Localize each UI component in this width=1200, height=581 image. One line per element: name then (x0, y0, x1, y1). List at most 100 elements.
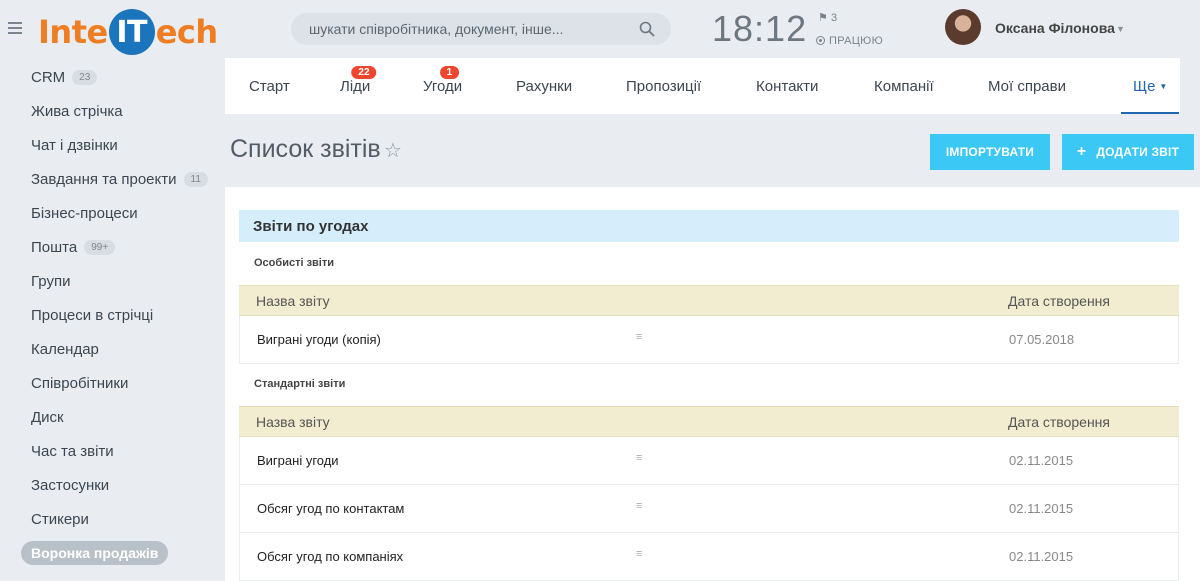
report-name-link[interactable]: Виграні угоди (257, 453, 339, 468)
sidebar-item-label: Воронка продажів (31, 545, 159, 561)
sidebar-item-disk[interactable]: Диск (31, 404, 64, 430)
sidebar-item-calendar[interactable]: Календар (31, 336, 99, 362)
tab-companies[interactable]: Компанії (874, 58, 934, 114)
star-icon[interactable]: ☆ (384, 138, 402, 163)
row-menu-icon[interactable]: ≡ (636, 548, 642, 560)
sidebar-item-tasks[interactable]: Завдання та проекти 11 (31, 166, 208, 192)
group-label-personal: Особисті звіти (254, 257, 335, 269)
table-header: Назва звіту Дата створення (239, 406, 1179, 437)
tab-more[interactable]: Ще ▼ (1120, 58, 1180, 114)
search-input[interactable] (291, 13, 639, 45)
report-date: 02.11.2015 (1009, 501, 1074, 516)
table-header: Назва звіту Дата створення (239, 285, 1179, 316)
sidebar-item-time-reports[interactable]: Час та звіти (31, 438, 114, 464)
chevron-down-icon: ▼ (1159, 81, 1168, 91)
sidebar-item-live-feed[interactable]: Жива стрічка (31, 98, 123, 124)
tab-label: Старт (249, 77, 290, 95)
sidebar-item-label: Завдання та проекти (31, 170, 177, 188)
sidebar-item-employees[interactable]: Співробітники (31, 370, 128, 396)
column-header-name[interactable]: Назва звіту (256, 293, 330, 309)
sidebar-item-label: Застосунки (31, 476, 110, 494)
crm-top-nav: Старт Ліди 22 Угоди 1 Рахунки Пропозиції К… (225, 58, 1180, 114)
avatar[interactable] (945, 9, 981, 45)
report-name-link[interactable]: Обсяг угод по компаніях (257, 549, 403, 564)
sidebar-item-bizproc[interactable]: Бізнес-процеси (31, 200, 138, 226)
search-box (291, 13, 671, 45)
table-row: Виграні угоди ≡ 02.11.2015 (239, 437, 1179, 485)
sidebar: CRM 23 Жива стрічка Чат і дзвінки Завданн… (0, 62, 225, 581)
tab-label: Компанії (874, 77, 934, 95)
count-badge: 99+ (84, 239, 116, 255)
sidebar-item-label: Процеси в стрічці (31, 306, 154, 324)
counter-badge: 1 (439, 66, 460, 79)
tab-invoices[interactable]: Рахунки (516, 58, 572, 114)
tab-start[interactable]: Старт (249, 58, 290, 114)
header: InteITech 18:12 ⚑ 3 ПРАЦЮЮ Оксана Філоно… (0, 0, 1200, 62)
sidebar-item-label: Групи (31, 272, 71, 290)
report-date: 07.05.2018 (1009, 332, 1075, 347)
tab-label: Рахунки (516, 77, 573, 95)
chevron-down-icon[interactable]: ▼ (1116, 24, 1125, 34)
count-badge: 11 (183, 171, 208, 187)
count-badge: 23 (72, 69, 98, 85)
search-icon[interactable] (639, 21, 655, 42)
tab-label: Ліди (340, 77, 371, 95)
logo-text-post: ech (155, 13, 218, 51)
clock[interactable]: 18:12 (712, 8, 807, 50)
tab-label: Ще (1133, 77, 1156, 95)
row-menu-icon[interactable]: ≡ (636, 452, 642, 464)
sidebar-item-chat[interactable]: Чат і дзвінки (31, 132, 118, 158)
tab-label: Контакти (756, 77, 819, 95)
tab-quotes[interactable]: Пропозиції (626, 58, 701, 114)
sidebar-item-label: Співробітники (31, 374, 129, 392)
table-row: Виграні угоди (копія) ≡ 07.05.2018 (239, 316, 1179, 364)
sidebar-item-feed-processes[interactable]: Процеси в стрічці (31, 302, 153, 328)
tab-deals[interactable]: Угоди 1 (423, 58, 462, 114)
report-date: 02.11.2015 (1009, 549, 1074, 564)
section-title: Звіти по угодах (239, 210, 1179, 242)
tab-label: Пропозиції (626, 77, 702, 95)
sidebar-item-label: Чат і дзвінки (31, 136, 118, 154)
sidebar-item-label: Диск (31, 408, 64, 426)
add-report-label: ДОДАТИ ЗВІТ (1096, 145, 1180, 159)
column-header-date[interactable]: Дата створення (1008, 293, 1110, 309)
sidebar-item-label: Календар (31, 340, 99, 358)
logo-circle: IT (108, 9, 155, 55)
tab-label: Мої справи (988, 77, 1066, 95)
table-row: Обсяг угод по контактам ≡ 02.11.2015 (239, 485, 1179, 533)
counter-badge: 22 (351, 66, 377, 79)
tab-contacts[interactable]: Контакти (756, 58, 818, 114)
import-button-label: ІМПОРТУВАТИ (945, 145, 1035, 159)
work-status[interactable]: ПРАЦЮЮ (816, 35, 883, 47)
group-label-standard: Стандартні звіти (254, 378, 346, 390)
sidebar-item-stickers[interactable]: Стикери (31, 506, 89, 532)
menu-burger-icon[interactable] (8, 22, 22, 37)
tab-leads[interactable]: Ліди 22 (340, 58, 377, 114)
flag-counter[interactable]: ⚑ 3 (818, 11, 837, 24)
sidebar-item-groups[interactable]: Групи (31, 268, 70, 294)
logo-text-pre: Inte (38, 13, 108, 51)
flag-count: 3 (830, 12, 838, 24)
sidebar-item-label: CRM (31, 68, 66, 86)
column-header-name[interactable]: Назва звіту (256, 414, 330, 430)
report-name-link[interactable]: Обсяг угод по контактам (257, 501, 404, 516)
sidebar-item-sales-funnel[interactable]: Воронка продажів (21, 541, 169, 565)
report-name-link[interactable]: Виграні угоди (копія) (257, 332, 381, 347)
tab-my-activities[interactable]: Мої справи (988, 58, 1066, 114)
column-header-date[interactable]: Дата створення (1008, 414, 1110, 430)
import-button[interactable]: ІМПОРТУВАТИ (930, 134, 1050, 170)
work-status-label: ПРАЦЮЮ (829, 35, 884, 47)
reports-panel: Звіти по угодах Особисті звіти Назва зві… (225, 187, 1200, 581)
row-menu-icon[interactable]: ≡ (636, 331, 642, 343)
sidebar-item-crm[interactable]: CRM 23 (31, 64, 98, 90)
sidebar-item-apps[interactable]: Застосунки (31, 472, 109, 498)
logo[interactable]: Inte IT ech (38, 9, 218, 55)
row-menu-icon[interactable]: ≡ (636, 500, 642, 512)
sidebar-item-mail[interactable]: Пошта 99+ (31, 234, 116, 260)
sidebar-item-label: Стикери (31, 510, 89, 528)
status-dot-icon (816, 36, 825, 45)
sidebar-item-label: Час та звіти (31, 442, 114, 460)
sidebar-item-label: Жива стрічка (31, 102, 123, 120)
add-report-button[interactable]: + ДОДАТИ ЗВІТ (1062, 134, 1194, 170)
user-name[interactable]: Оксана Філонова (995, 20, 1115, 36)
